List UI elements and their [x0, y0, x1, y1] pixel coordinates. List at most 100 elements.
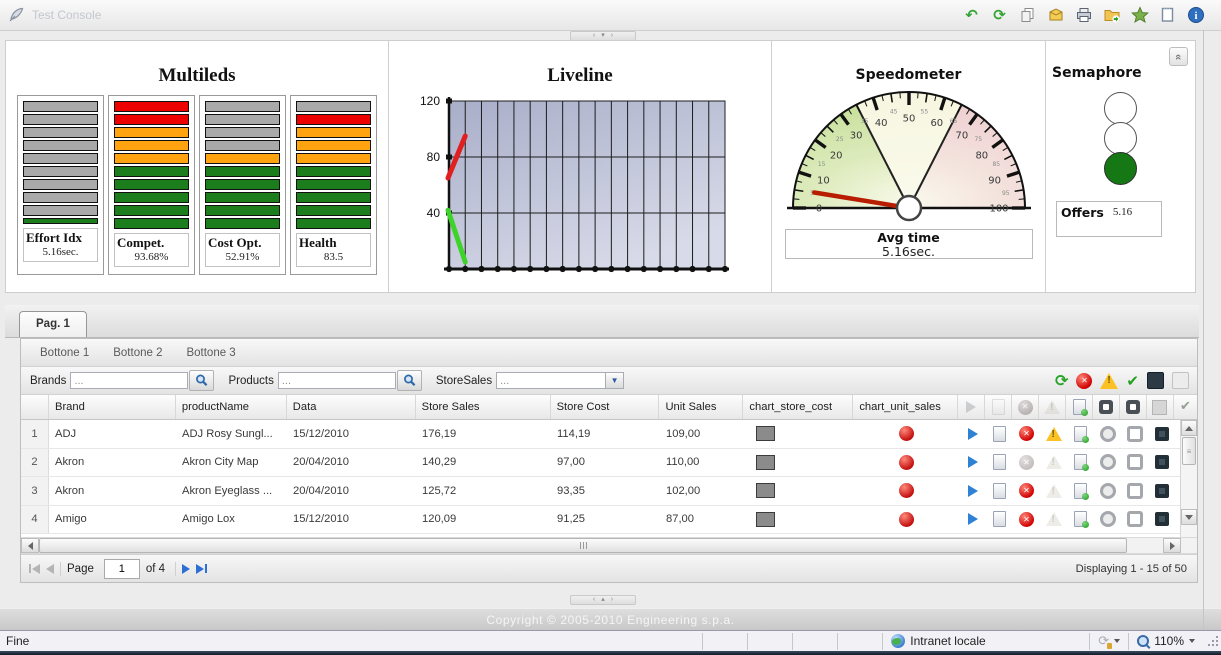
header-document-add-column[interactable] [1066, 395, 1094, 419]
header-document-column[interactable] [985, 395, 1013, 419]
last-page-button[interactable] [196, 563, 208, 574]
header-brand[interactable]: Brand [49, 395, 176, 419]
delete-icon[interactable] [1019, 454, 1034, 470]
document-icon[interactable] [993, 425, 1006, 442]
document-icon[interactable] [993, 454, 1006, 471]
print-icon[interactable] [1074, 5, 1093, 24]
scroll-right-button[interactable] [1163, 538, 1181, 553]
delete-icon[interactable] [1076, 372, 1093, 389]
document-add-icon[interactable] [1074, 482, 1089, 500]
accept-icon[interactable]: ✔ [1126, 372, 1139, 390]
header-store-sales[interactable]: Store Sales [416, 395, 551, 419]
document-add-icon[interactable] [1074, 511, 1089, 529]
delete-icon[interactable] [1019, 426, 1034, 442]
header-data[interactable]: Data [287, 395, 416, 419]
warning-icon[interactable] [1045, 455, 1062, 470]
header-round-column-2[interactable] [1120, 395, 1147, 419]
bottone-1-button[interactable]: Bottone 1 [30, 343, 99, 363]
refresh-icon[interactable]: ⟳ [990, 5, 1009, 24]
table-row[interactable]: 1 ADJ ADJ Rosy Sungl... 15/12/2010 176,1… [21, 420, 1180, 449]
dark-square-icon[interactable] [1154, 426, 1169, 441]
bottone-3-button[interactable]: Bottone 3 [176, 343, 245, 363]
document-add-icon[interactable] [1074, 454, 1089, 472]
warning-icon[interactable] [1045, 512, 1062, 527]
chevron-down-icon[interactable]: ▼ [606, 372, 625, 389]
rounded-square-icon[interactable] [1126, 511, 1143, 528]
header-productname[interactable]: productName [176, 395, 287, 419]
products-input[interactable] [277, 372, 396, 389]
scroll-down-button[interactable] [1181, 509, 1197, 525]
header-check-column[interactable]: ✔ [1174, 395, 1197, 419]
run-icon[interactable] [967, 484, 978, 497]
header-warning-column[interactable] [1039, 395, 1067, 419]
chevron-down-icon[interactable] [1189, 639, 1195, 643]
document-icon[interactable] [993, 482, 1006, 499]
dark-square-icon[interactable] [1154, 483, 1169, 498]
info-icon[interactable]: i [1186, 5, 1205, 24]
dark-square-icon[interactable] [1154, 512, 1169, 527]
warning-icon[interactable] [1045, 426, 1062, 441]
refresh-icon[interactable]: ⟳ [1055, 371, 1068, 390]
ring-icon[interactable] [1099, 482, 1116, 499]
package-icon[interactable] [1046, 5, 1065, 24]
run-icon[interactable] [967, 427, 978, 440]
light-grid-icon[interactable] [1172, 372, 1189, 389]
undo-icon[interactable]: ↶ [962, 5, 981, 24]
storesales-combo[interactable]: ▼ [496, 372, 625, 389]
chevron-down-icon[interactable] [1114, 639, 1121, 643]
scroll-left-button[interactable] [21, 538, 39, 553]
copy-icon[interactable] [1018, 5, 1037, 24]
delete-icon[interactable] [1019, 511, 1034, 527]
bottom-splitter-handle[interactable]: ‹ ▴ › [570, 595, 636, 605]
header-chart-unit-sales[interactable]: chart_unit_sales [853, 395, 959, 419]
table-row[interactable]: 3 Akron Akron Eyeglass ... 20/04/2010 12… [21, 477, 1180, 506]
horizontal-scrollbar[interactable] [21, 537, 1197, 554]
header-delete-column[interactable] [1012, 395, 1040, 419]
header-store-cost[interactable]: Store Cost [551, 395, 660, 419]
document-icon[interactable] [993, 511, 1006, 528]
folder-open-icon[interactable] [1102, 5, 1121, 24]
zoom-cell[interactable]: 110% [1128, 632, 1203, 650]
next-page-button[interactable] [182, 563, 191, 574]
horizontal-scroll-thumb[interactable] [39, 538, 1127, 553]
scroll-up-button[interactable] [1181, 420, 1197, 436]
run-icon[interactable] [967, 513, 978, 526]
vertical-scroll-track[interactable] [1181, 466, 1197, 509]
rounded-square-icon[interactable] [1126, 454, 1143, 471]
header-square-column[interactable] [1147, 395, 1174, 419]
run-icon[interactable] [967, 456, 978, 469]
rounded-square-icon[interactable] [1126, 425, 1143, 442]
dark-grid-icon[interactable] [1147, 372, 1164, 389]
note-icon[interactable] [1158, 5, 1177, 24]
document-add-icon[interactable] [1074, 425, 1089, 443]
vertical-scroll-thumb[interactable]: ≡ [1182, 437, 1196, 465]
vertical-scrollbar[interactable]: ≡ [1180, 420, 1197, 537]
storesales-combo-input[interactable] [496, 372, 607, 389]
warning-icon[interactable] [1045, 483, 1062, 498]
collapse-panel-button[interactable]: « [1169, 47, 1188, 66]
rounded-square-icon[interactable] [1126, 482, 1143, 499]
page-number-input[interactable] [103, 558, 140, 579]
tab-pag-1[interactable]: Pag. 1 [19, 311, 87, 337]
ring-icon[interactable] [1099, 511, 1116, 528]
dark-square-icon[interactable] [1154, 455, 1169, 470]
table-row[interactable]: 2 Akron Akron City Map 20/04/2010 140,29… [21, 448, 1180, 477]
header-round-column-1[interactable] [1093, 395, 1121, 419]
brands-input[interactable] [70, 372, 189, 389]
horizontal-scroll-track[interactable] [1127, 538, 1163, 553]
previous-page-button[interactable] [46, 563, 54, 574]
bottone-2-button[interactable]: Bottone 2 [103, 343, 172, 363]
products-search-button[interactable] [396, 370, 422, 391]
first-page-button[interactable] [29, 563, 40, 574]
brands-search-button[interactable] [189, 370, 215, 391]
header-chart-store-cost[interactable]: chart_store_cost [743, 395, 854, 419]
resize-grip[interactable] [1205, 633, 1221, 649]
star-icon[interactable] [1130, 5, 1149, 24]
delete-icon[interactable] [1019, 483, 1034, 499]
security-cell[interactable]: ⟳ [1089, 632, 1128, 650]
header-run-column[interactable] [958, 395, 986, 419]
ring-icon[interactable] [1099, 425, 1116, 442]
warning-icon[interactable] [1100, 372, 1119, 389]
table-row[interactable]: 4 Amigo Amigo Lox 15/12/2010 120,09 91,2… [21, 505, 1180, 534]
header-unit-sales[interactable]: Unit Sales [659, 395, 744, 419]
